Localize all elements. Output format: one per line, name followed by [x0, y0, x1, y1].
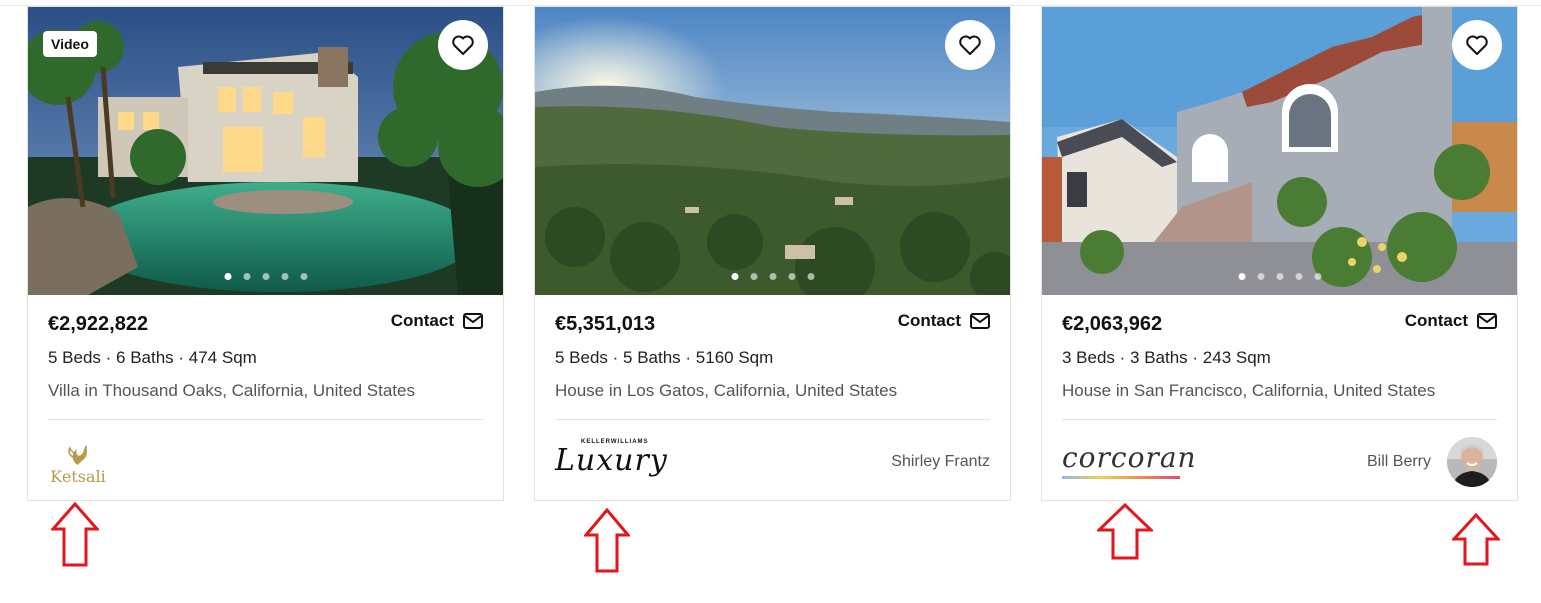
listing-photo[interactable]: Video — [28, 7, 503, 295]
photo-carousel-dots[interactable] — [1238, 273, 1321, 280]
agent-name[interactable]: Bill Berry — [1367, 453, 1431, 471]
video-badge: Video — [43, 31, 97, 57]
agency-logo-corcoran[interactable]: corcoran — [1062, 443, 1197, 479]
carousel-dot[interactable] — [1238, 273, 1245, 280]
red-up-arrow-icon — [1097, 503, 1153, 560]
carousel-dot[interactable] — [788, 273, 795, 280]
carousel-dot[interactable] — [807, 273, 814, 280]
ketsali-bird-logo-mark — [68, 445, 87, 465]
agency-logo-keller-williams-luxury[interactable]: KELLERWILLIAMS Luxury — [555, 439, 668, 477]
card-divider — [48, 419, 483, 420]
contact-label: Contact — [897, 311, 961, 330]
red-up-arrow-icon — [584, 508, 630, 573]
corcoran-logo-underline — [1062, 476, 1180, 479]
contact-button[interactable]: Contact — [898, 311, 990, 331]
listing-card-2[interactable]: €5,351,013 Contact 5 Beds · 5 Baths · 51… — [534, 6, 1011, 501]
listing-specs: 3 Beds · 3 Baths · 243 Sqm — [1062, 348, 1271, 367]
photo-carousel-dots[interactable] — [224, 273, 307, 280]
heart-outline-icon — [1466, 35, 1488, 55]
contact-button[interactable]: Contact — [391, 311, 483, 331]
carousel-dot[interactable] — [281, 273, 288, 280]
listing-price: €2,922,822 — [48, 313, 149, 335]
listing-photo[interactable] — [1042, 7, 1517, 295]
envelope-icon — [463, 313, 483, 329]
red-up-arrow-icon — [1452, 513, 1500, 566]
agency-logo-text: Ketsali — [50, 467, 106, 486]
listing-specs: 5 Beds · 6 Baths · 474 Sqm — [48, 348, 257, 367]
contact-label: Contact — [390, 311, 454, 330]
contact-button[interactable]: Contact — [1405, 311, 1497, 331]
agency-logo-ketsali[interactable]: Ketsali — [48, 443, 108, 487]
red-up-arrow-icon — [51, 502, 99, 567]
favorite-button[interactable] — [1452, 20, 1502, 70]
carousel-dot[interactable] — [1257, 273, 1264, 280]
carousel-dot[interactable] — [1295, 273, 1302, 280]
contact-label: Contact — [1404, 311, 1468, 330]
agent-photo — [1447, 437, 1497, 487]
villa-pool-photo — [28, 7, 503, 295]
heart-outline-icon — [452, 35, 474, 55]
listing-card-1[interactable]: Video €2,922,822 Contact 5 Beds · 6 Bath… — [27, 6, 504, 501]
envelope-icon — [970, 313, 990, 329]
favorite-button[interactable] — [945, 20, 995, 70]
carousel-dot[interactable] — [750, 273, 757, 280]
listing-card-3[interactable]: €2,063,962 Contact 3 Beds · 3 Baths · 24… — [1041, 6, 1518, 501]
listing-specs: 5 Beds · 5 Baths · 5160 Sqm — [555, 348, 774, 367]
carousel-dot[interactable] — [1276, 273, 1283, 280]
agency-logo-text: corcoran — [1062, 441, 1197, 474]
carousel-dot[interactable] — [262, 273, 269, 280]
carousel-dot[interactable] — [731, 273, 738, 280]
carousel-dot[interactable] — [224, 273, 231, 280]
agent-avatar[interactable] — [1447, 437, 1497, 487]
listing-photo[interactable] — [535, 7, 1010, 295]
carousel-dot[interactable] — [243, 273, 250, 280]
card-divider — [555, 419, 990, 420]
agent-info[interactable]: Bill Berry — [1367, 437, 1497, 487]
agent-name[interactable]: Shirley Frantz — [891, 453, 990, 471]
carousel-dot[interactable] — [1314, 273, 1321, 280]
favorite-button[interactable] — [438, 20, 488, 70]
valley-aerial-photo — [535, 7, 1010, 295]
listing-location: House in Los Gatos, California, United S… — [555, 381, 898, 400]
listing-location: Villa in Thousand Oaks, California, Unit… — [48, 381, 415, 400]
listing-location: House in San Francisco, California, Unit… — [1062, 381, 1436, 400]
listing-price: €2,063,962 — [1062, 313, 1163, 335]
card-divider — [1062, 419, 1497, 420]
listing-price: €5,351,013 — [555, 313, 656, 335]
agency-logo-text: Luxury — [555, 443, 668, 478]
photo-carousel-dots[interactable] — [731, 273, 814, 280]
carousel-dot[interactable] — [300, 273, 307, 280]
agent-info[interactable]: Shirley Frantz — [891, 437, 990, 487]
carousel-dot[interactable] — [769, 273, 776, 280]
heart-outline-icon — [959, 35, 981, 55]
envelope-icon — [1477, 313, 1497, 329]
stucco-house-photo — [1042, 7, 1517, 295]
